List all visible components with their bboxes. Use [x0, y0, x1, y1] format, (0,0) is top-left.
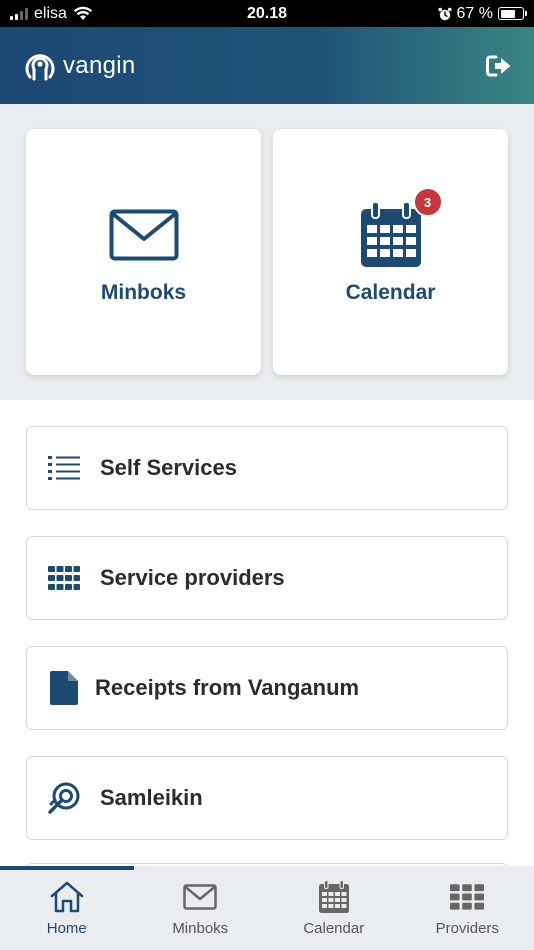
status-bar: elisa 20.18 67 %	[0, 0, 534, 27]
menu-icon-wrap	[47, 781, 81, 815]
battery-percent: 67 %	[456, 4, 493, 22]
menu-item-service-providers[interactable]: Service providers	[26, 536, 508, 620]
menu-icon-wrap	[47, 566, 81, 590]
nav-home[interactable]: Home	[0, 866, 134, 950]
grid-icon	[450, 884, 485, 910]
tile-icon-wrap: 3	[359, 187, 443, 271]
menu-label-receipts: Receipts from Vanganum	[95, 675, 360, 700]
nav-icon-wrap	[50, 880, 84, 914]
home-icon	[50, 881, 83, 913]
calendar-icon	[318, 880, 349, 913]
menu-label-self-services: Self Services	[100, 455, 237, 480]
status-left: elisa	[10, 5, 93, 23]
nav-providers-label: Providers	[435, 920, 499, 937]
grid-icon	[48, 566, 80, 590]
menu-list: Self Services Service providers Receipts…	[26, 426, 508, 866]
battery-icon	[498, 7, 527, 20]
nav-calendar-label: Calendar	[303, 920, 365, 937]
nav-home-label: Home	[46, 920, 87, 937]
nav-icon-wrap	[450, 880, 485, 914]
wifi-icon	[73, 6, 93, 20]
nav-icon-wrap	[183, 880, 217, 914]
minboks-tile-label: Minboks	[100, 281, 187, 304]
logout-icon	[486, 55, 511, 76]
alarm-icon	[437, 7, 452, 20]
nav-active-indicator	[0, 866, 134, 870]
carrier-name: elisa	[34, 4, 67, 22]
document-icon	[50, 671, 78, 705]
logo-text: vangin	[63, 51, 136, 79]
nav-minboks[interactable]: Minboks	[134, 866, 268, 950]
menu-icon-wrap	[47, 671, 81, 705]
app-logo: vangin	[25, 49, 136, 83]
menu-item-samleikin[interactable]: Samleikin	[26, 756, 508, 840]
battery-fill	[500, 9, 515, 18]
nav-calendar[interactable]: Calendar	[267, 866, 401, 950]
menu-label-samleikin: Samleikin	[100, 785, 203, 810]
envelope-icon	[109, 209, 178, 261]
menu-item-self-services[interactable]: Self Services	[26, 426, 508, 510]
calendar-icon	[360, 201, 421, 267]
menu-icon-wrap	[47, 455, 81, 481]
logout-button[interactable]	[482, 49, 516, 83]
minboks-tile[interactable]: Minboks	[26, 129, 261, 375]
vangin-logo-icon	[25, 53, 55, 80]
tile-icon-wrap	[109, 199, 179, 271]
calendar-tile-label: Calendar	[345, 281, 436, 304]
nav-minboks-label: Minboks	[172, 920, 229, 937]
list-icon	[48, 456, 80, 480]
calendar-badge: 3	[412, 187, 443, 217]
calendar-tile[interactable]: 3 Calendar	[273, 129, 508, 375]
bottom-nav: Home Minboks Calendar Providers	[0, 866, 534, 950]
nav-icon-wrap	[318, 880, 350, 914]
samleikin-icon	[48, 782, 80, 814]
app-header: vangin	[0, 27, 534, 104]
menu-item-receipts[interactable]: Receipts from Vanganum	[26, 646, 508, 730]
tiles-area: Minboks 3 Calendar	[0, 104, 534, 400]
signal-icon	[10, 7, 28, 20]
nav-providers[interactable]: Providers	[401, 866, 534, 950]
menu-label-service-providers: Service providers	[100, 565, 285, 590]
envelope-icon	[183, 884, 217, 910]
status-right: 67 %	[437, 4, 527, 23]
